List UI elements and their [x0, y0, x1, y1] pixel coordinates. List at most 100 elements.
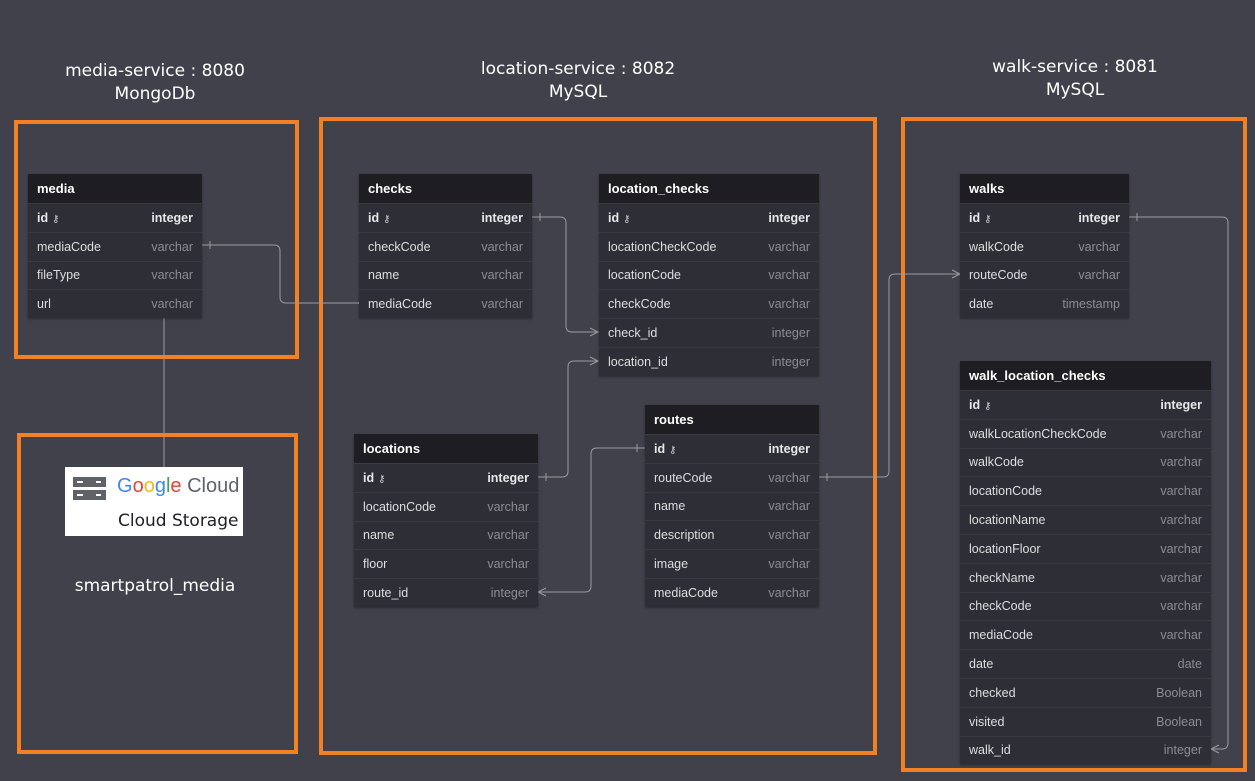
field-name: locationCheckCode: [608, 239, 717, 254]
table-row[interactable]: locationName varchar: [960, 505, 1211, 534]
table-walks[interactable]: walks id ⚷ integer walkCode varchar routeCode v…: [960, 174, 1129, 319]
table-row[interactable]: mediaCode varchar: [359, 289, 532, 318]
table-row[interactable]: visited Boolean: [960, 706, 1211, 736]
field-type: integer: [1078, 210, 1120, 225]
table-row[interactable]: checkCode varchar: [599, 289, 819, 318]
field-name: checkCode: [969, 599, 1032, 614]
table-row[interactable]: id ⚷ integer: [645, 434, 819, 463]
table-row[interactable]: route_id integer: [354, 578, 538, 607]
field-type: integer: [487, 470, 529, 485]
field-type: varchar: [481, 239, 523, 254]
table-row[interactable]: id ⚷ integer: [960, 390, 1211, 419]
field-name: location_id: [608, 354, 668, 369]
table-header[interactable]: locations: [354, 434, 538, 463]
table-row[interactable]: walkCode varchar: [960, 447, 1211, 477]
field-name: date: [969, 657, 994, 672]
table-routes[interactable]: routes id ⚷ integer routeCode varchar name varc…: [645, 405, 819, 607]
field-type: integer: [481, 210, 523, 225]
key-icon: ⚷: [52, 213, 60, 225]
field-type: Boolean: [1156, 685, 1202, 700]
field-name: mediaCode: [654, 585, 718, 600]
table-header[interactable]: walk_location_checks: [960, 361, 1211, 390]
field-name: checkName: [969, 570, 1035, 585]
table-row[interactable]: name varchar: [354, 520, 538, 550]
table-row[interactable]: image varchar: [645, 549, 819, 578]
field-type: varchar: [768, 528, 810, 543]
cloud-storage-label: Cloud Storage: [118, 511, 239, 531]
walk-service-db: MySQL: [1045, 80, 1105, 100]
table-row[interactable]: locationCheckCode varchar: [599, 231, 819, 261]
field-name: mediaCode: [969, 628, 1033, 643]
field-type: varchar: [151, 239, 193, 254]
table-locations[interactable]: locations id ⚷ integer locationCode varchar na…: [354, 434, 538, 607]
field-name: id ⚷: [969, 397, 992, 412]
table-row[interactable]: id ⚷ integer: [28, 203, 202, 232]
field-type: varchar: [151, 297, 193, 312]
field-type: varchar: [1160, 455, 1202, 470]
table-row[interactable]: mediaCode varchar: [645, 577, 819, 607]
table-row[interactable]: id ⚷ integer: [354, 463, 538, 492]
table-checks[interactable]: checks id ⚷ integer checkCode varchar name varc…: [359, 174, 532, 319]
table-row[interactable]: description varchar: [645, 520, 819, 549]
field-name: id ⚷: [969, 210, 992, 225]
table-row[interactable]: fileType varchar: [28, 260, 202, 290]
table-media[interactable]: media id ⚷ integer mediaCode varchar fileType v…: [28, 174, 202, 319]
table-row[interactable]: checkName varchar: [960, 562, 1211, 592]
field-type: Boolean: [1156, 714, 1202, 729]
table-row[interactable]: date timestamp: [960, 289, 1129, 318]
table-row[interactable]: checkCode varchar: [359, 231, 532, 261]
table-header[interactable]: media: [28, 174, 202, 203]
table-row[interactable]: name varchar: [645, 491, 819, 521]
field-type: integer: [1160, 397, 1202, 412]
field-name: checkCode: [368, 239, 431, 254]
field-type: varchar: [1160, 628, 1202, 643]
field-name: locationCode: [363, 499, 436, 514]
key-icon: ⚷: [383, 213, 391, 225]
table-row[interactable]: url varchar: [28, 289, 202, 318]
table-row[interactable]: locationCode varchar: [960, 476, 1211, 505]
table-row[interactable]: location_id integer: [599, 346, 819, 376]
table-location-checks[interactable]: location_checks id ⚷ integer locationCheckCo…: [599, 174, 819, 376]
table-row[interactable]: id ⚷ integer: [960, 203, 1129, 232]
walk-service-name: walk-service : 8081: [992, 57, 1158, 77]
table-row[interactable]: walk_id integer: [960, 735, 1211, 765]
table-row[interactable]: checked Boolean: [960, 677, 1211, 707]
table-row[interactable]: check_id integer: [599, 318, 819, 347]
table-header[interactable]: routes: [645, 405, 819, 434]
table-row[interactable]: mediaCode varchar: [28, 231, 202, 261]
key-icon: ⚷: [984, 213, 992, 225]
field-name: id ⚷: [363, 470, 386, 485]
table-header[interactable]: checks: [359, 174, 532, 203]
field-name: mediaCode: [37, 239, 101, 254]
table-row[interactable]: routeCode varchar: [960, 260, 1129, 290]
table-row[interactable]: id ⚷ integer: [599, 203, 819, 232]
walk-service-title: walk-service : 8081 MySQL: [960, 56, 1190, 102]
field-type: date: [1177, 657, 1202, 672]
table-row[interactable]: locationCode varchar: [354, 491, 538, 521]
table-row[interactable]: locationCode varchar: [599, 260, 819, 290]
field-type: varchar: [1160, 570, 1202, 585]
table-row[interactable]: locationFloor varchar: [960, 533, 1211, 563]
table-row[interactable]: id ⚷ integer: [359, 203, 532, 232]
field-name: routeCode: [654, 470, 713, 485]
field-name: mediaCode: [368, 297, 432, 312]
table-row[interactable]: date date: [960, 649, 1211, 678]
table-row[interactable]: walkLocationCheckCode varchar: [960, 418, 1211, 448]
table-row[interactable]: name varchar: [359, 260, 532, 290]
field-name: description: [654, 528, 715, 543]
field-name: fileType: [37, 268, 81, 283]
field-type: varchar: [1078, 239, 1120, 254]
field-type: varchar: [1160, 426, 1202, 441]
table-header[interactable]: walks: [960, 174, 1129, 203]
field-name: walkCode: [969, 455, 1024, 470]
field-type: varchar: [487, 528, 529, 543]
table-row[interactable]: walkCode varchar: [960, 231, 1129, 261]
key-icon: ⚷: [669, 444, 677, 456]
table-walk-location-checks[interactable]: walk_location_checks id ⚷ integer walkLocati…: [960, 361, 1211, 765]
table-header[interactable]: location_checks: [599, 174, 819, 203]
table-row[interactable]: routeCode varchar: [645, 462, 819, 492]
table-row[interactable]: floor varchar: [354, 549, 538, 578]
table-row[interactable]: checkCode varchar: [960, 591, 1211, 621]
table-row[interactable]: mediaCode varchar: [960, 620, 1211, 649]
field-type: varchar: [768, 268, 810, 283]
